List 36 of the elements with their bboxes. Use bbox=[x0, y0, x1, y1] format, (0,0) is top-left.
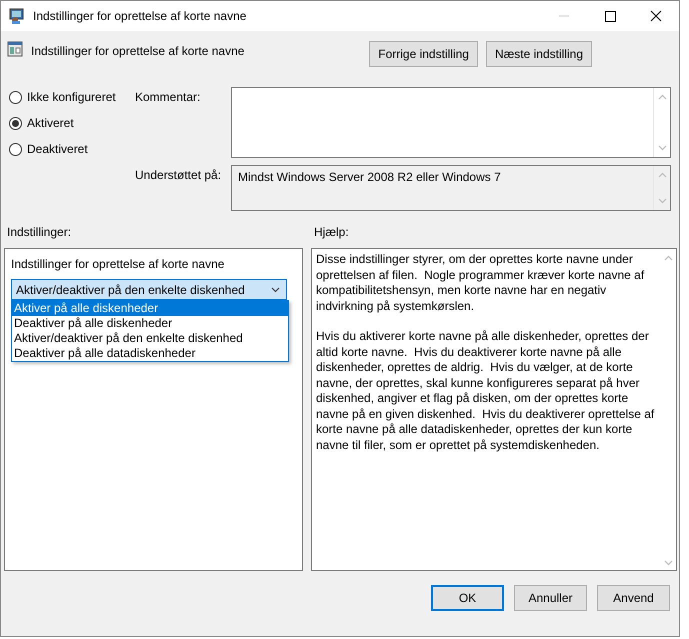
scroll-up-icon bbox=[658, 172, 666, 178]
chevron-icon bbox=[271, 286, 280, 292]
scroll-down-icon bbox=[658, 145, 666, 151]
radio-circle[interactable] bbox=[9, 116, 22, 130]
dropdown-option[interactable]: Deaktiver på alle datadiskenheder bbox=[12, 346, 288, 361]
field-label: Kommentar: bbox=[135, 89, 202, 106]
nav-button[interactable]: Næste indstilling bbox=[486, 41, 592, 67]
dialog-button[interactable]: Anvend bbox=[597, 585, 670, 611]
dialog-button[interactable]: Annuller bbox=[514, 585, 587, 611]
dropdown[interactable]: Aktiver/deaktiver på den enkelte diskenhed bbox=[11, 279, 287, 300]
scroll-down-icon bbox=[658, 198, 666, 204]
policy-icon bbox=[7, 41, 23, 57]
dialog-button[interactable]: OK bbox=[431, 585, 504, 611]
help-paragraph: Disse indstillinger styrer, om der oprettes korte navne under oprettelsen af filen. Nogle programmer kræver korte navne af kompatibilitetshensyn, men korte navne har en negativ indvirkning på systemkørslen. bbox=[316, 252, 646, 314]
setting-label: Indstillinger for oprettelse af korte navne bbox=[11, 257, 226, 271]
radio-option[interactable]: Aktiveret bbox=[9, 116, 135, 130]
scroll-up-icon bbox=[664, 255, 672, 261]
radio-circle[interactable] bbox=[9, 90, 22, 104]
window-title: Indstillinger for oprettelse af korte navne bbox=[33, 9, 248, 23]
scroll-up-icon bbox=[658, 94, 666, 100]
section-label: Hjælp: bbox=[314, 225, 349, 241]
dropdown-option[interactable]: Aktiver/deaktiver på den enkelte diskenhed bbox=[12, 331, 288, 346]
dropdown-option[interactable]: Aktiver på alle diskenheder bbox=[12, 301, 288, 316]
radio-option[interactable]: Deaktiveret bbox=[9, 142, 135, 156]
field-label: Understøttet på: bbox=[135, 167, 222, 184]
section-label: Indstillinger: bbox=[7, 225, 72, 241]
dropdown-option[interactable]: Deaktiver på alle diskenheder bbox=[12, 316, 288, 331]
radio-circle[interactable] bbox=[9, 142, 22, 156]
help-paragraph: Hvis du aktiverer korte navne på alle diskenheder, oprettes der altid korte navne. Hvis du deaktiverer korte navne på alle diskenheder, oprettes de aldrig. Hvis du vælger, at de korte navne, der oprettes, skal kunne konfigureres separat på hver diskenhed, angiver et flag på disken, om der oprettes korte navne på en given diskenhed. Hvis du deaktiverer oprettelse af korte navne på alle datadiskenheder, oprettes der kun korte navne til filer, som er oprettet på systemdiskenheden. bbox=[316, 329, 656, 453]
setting-title: Indstillinger for oprettelse af korte navne bbox=[31, 44, 246, 58]
supported-text: Mindst Windows Server 2008 R2 eller Windows 7 bbox=[237, 169, 502, 186]
app-icon bbox=[9, 8, 25, 24]
comment-field[interactable] bbox=[231, 87, 671, 158]
scroll-down-icon bbox=[664, 560, 672, 566]
radio-option[interactable]: Ikke konfigureret bbox=[9, 90, 135, 104]
nav-button[interactable]: Forrige indstilling bbox=[369, 41, 478, 67]
